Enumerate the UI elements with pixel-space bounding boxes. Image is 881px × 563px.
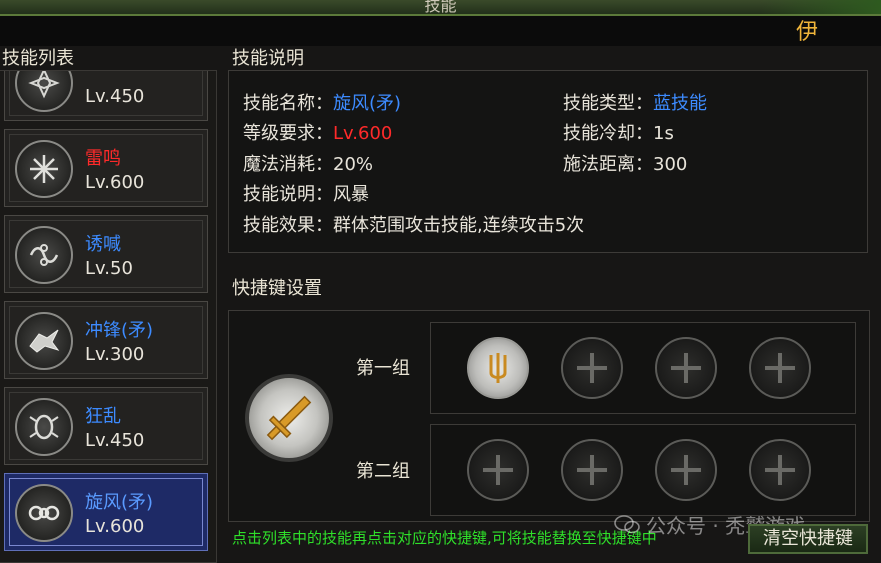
skill-desc-row: 技能说明：风暴 xyxy=(243,180,369,206)
description-heading: 技能说明 xyxy=(232,48,304,69)
shortcut-group-2 xyxy=(430,424,856,516)
skill-level: Lv.600 xyxy=(85,516,145,537)
skill-type-value: 蓝技能 xyxy=(653,93,707,114)
whirlwind-icon xyxy=(15,484,73,542)
shortcut-slot-empty[interactable] xyxy=(749,439,811,501)
skill-name-row: 技能名称：旋风(矛) xyxy=(243,89,401,115)
wechat-icon xyxy=(614,515,640,534)
skill-name: 雷鸣 xyxy=(85,148,121,169)
cast-range-row: 施法距离：300 xyxy=(563,150,687,176)
skill-level: Lv.450 xyxy=(85,430,145,451)
skill-description-panel: 技能名称：旋风(矛) 技能类型：蓝技能 等级要求：Lv.600 技能冷却：1s … xyxy=(228,70,868,253)
skill-name-value: 旋风(矛) xyxy=(333,93,402,114)
label: 施法距离： xyxy=(563,154,653,175)
window-title: 技能 xyxy=(424,0,457,15)
snowflake-icon xyxy=(15,140,73,198)
skill-level: Lv.450 xyxy=(85,86,145,107)
shortcut-slot-filled[interactable] xyxy=(467,337,529,399)
skill-list-heading: 技能列表 xyxy=(2,48,74,69)
skill-desc-value: 风暴 xyxy=(333,184,369,205)
selected-skill-sword-icon xyxy=(245,374,333,462)
player-name: 伊 xyxy=(796,20,819,45)
skill-item[interactable]: 雷鸣 Lv.600 xyxy=(4,129,208,207)
label: 技能效果： xyxy=(243,215,333,236)
beetle-icon xyxy=(15,398,73,456)
cast-range-value: 300 xyxy=(653,154,688,175)
skill-level: Lv.50 xyxy=(85,258,133,279)
mana-cost-row: 魔法消耗：20% xyxy=(243,150,373,176)
mana-cost-value: 20% xyxy=(333,154,374,175)
label: 魔法消耗： xyxy=(243,154,333,175)
group1-label: 第一组 xyxy=(356,358,410,379)
shortcut-heading: 快捷键设置 xyxy=(232,278,322,299)
label: 等级要求： xyxy=(243,123,333,144)
top-strip xyxy=(0,16,881,46)
swirl-icon xyxy=(15,226,73,284)
skill-name: 诱喊 xyxy=(85,234,121,255)
skill-level: Lv.300 xyxy=(85,344,145,365)
shortcut-slot-empty[interactable] xyxy=(749,337,811,399)
skill-item-selected[interactable]: 旋风(矛) Lv.600 xyxy=(4,473,208,551)
title-decoration xyxy=(761,0,881,14)
level-req-row: 等级要求：Lv.600 xyxy=(243,119,392,145)
skill-name: 冲锋(矛) xyxy=(85,320,154,341)
skill-type-row: 技能类型：蓝技能 xyxy=(563,89,707,115)
window-title-bar: 技能 xyxy=(0,0,881,16)
clear-shortcuts-button[interactable]: 清空快捷键 xyxy=(748,524,868,554)
shortcut-slot-empty[interactable] xyxy=(561,439,623,501)
skill-item[interactable]: Lv.450 xyxy=(4,71,208,121)
cooldown-value: 1s xyxy=(653,123,674,144)
group2-label: 第二组 xyxy=(356,461,410,482)
level-req-value: Lv.600 xyxy=(333,123,393,144)
dragon-icon xyxy=(15,312,73,370)
label: 技能类型： xyxy=(563,93,653,114)
shortcut-group-1 xyxy=(430,322,856,414)
skill-effect-row: 技能效果：群体范围攻击技能,连续攻击5次 xyxy=(243,211,584,237)
label: 技能冷却： xyxy=(563,123,653,144)
skill-item[interactable]: 诱喊 Lv.50 xyxy=(4,215,208,293)
shortcut-slot-empty[interactable] xyxy=(467,439,529,501)
shortcut-slot-empty[interactable] xyxy=(655,337,717,399)
skill-item[interactable]: 冲锋(矛) Lv.300 xyxy=(4,301,208,379)
skill-effect-value: 群体范围攻击技能,连续攻击5次 xyxy=(333,215,585,236)
skill-name: 狂乱 xyxy=(85,406,121,427)
skill-name: 旋风(矛) xyxy=(85,492,154,513)
skill-list[interactable]: Lv.450 雷鸣 Lv.600 诱喊 Lv.50 冲锋(矛) Lv.300 狂… xyxy=(0,70,217,563)
skill-level: Lv.600 xyxy=(85,172,145,193)
shortcut-slot-empty[interactable] xyxy=(561,337,623,399)
cooldown-row: 技能冷却：1s xyxy=(563,119,674,145)
shortcut-hint: 点击列表中的技能再点击对应的快捷键,可将技能替换至快捷键中 xyxy=(232,529,657,547)
skill-item[interactable]: 狂乱 Lv.450 xyxy=(4,387,208,465)
label: 技能名称： xyxy=(243,93,333,114)
label: 技能说明： xyxy=(243,184,333,205)
shortcut-slot-empty[interactable] xyxy=(655,439,717,501)
